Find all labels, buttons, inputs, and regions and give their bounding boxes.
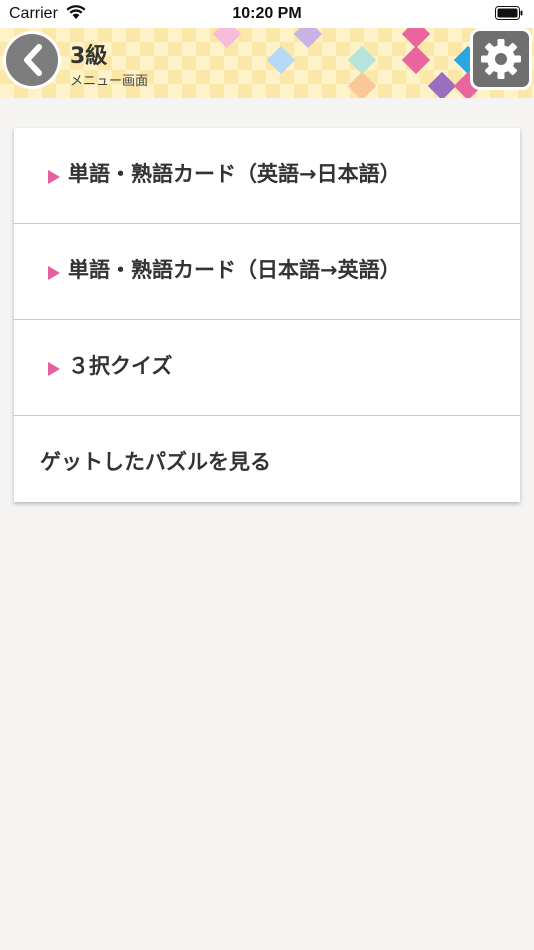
play-arrow-icon — [48, 266, 60, 280]
decor-diamond — [293, 28, 323, 49]
battery-icon — [495, 6, 523, 20]
menu-item-label: ３択クイズ — [68, 354, 173, 378]
decor-diamond — [347, 71, 377, 98]
page-title: 3級 — [70, 44, 108, 69]
menu-item-card-en-ja[interactable]: 単語・熟語カード（英語→日本語） — [14, 128, 520, 224]
decor-diamond — [266, 45, 296, 75]
menu-item-puzzle[interactable]: ゲットしたパズルを見る — [14, 416, 520, 502]
menu-item-label: 単語・熟語カード（英語→日本語） — [68, 162, 401, 186]
decor-diamond — [427, 71, 457, 98]
play-arrow-icon — [48, 170, 60, 184]
gear-icon — [481, 39, 521, 79]
chevron-left-icon — [24, 44, 42, 76]
menu-item-quiz[interactable]: ３択クイズ — [14, 320, 520, 416]
back-button[interactable] — [3, 31, 61, 89]
menu-list: 単語・熟語カード（英語→日本語） 単語・熟語カード（日本語→英語） ３択クイズ … — [14, 128, 520, 502]
status-bar: Carrier 10:20 PM — [0, 0, 534, 28]
menu-item-label: ゲットしたパズルを見る — [40, 450, 271, 474]
settings-button[interactable] — [470, 28, 532, 90]
menu-item-label: 単語・熟語カード（日本語→英語） — [68, 258, 401, 282]
clock-time: 10:20 PM — [232, 5, 302, 22]
decor-diamond — [401, 45, 431, 75]
play-arrow-icon — [48, 362, 60, 376]
page-subtitle: メニュー画面 — [70, 74, 149, 89]
menu-item-card-ja-en[interactable]: 単語・熟語カード（日本語→英語） — [14, 224, 520, 320]
decor-diamond — [347, 45, 377, 75]
decor-diamond — [212, 28, 242, 49]
